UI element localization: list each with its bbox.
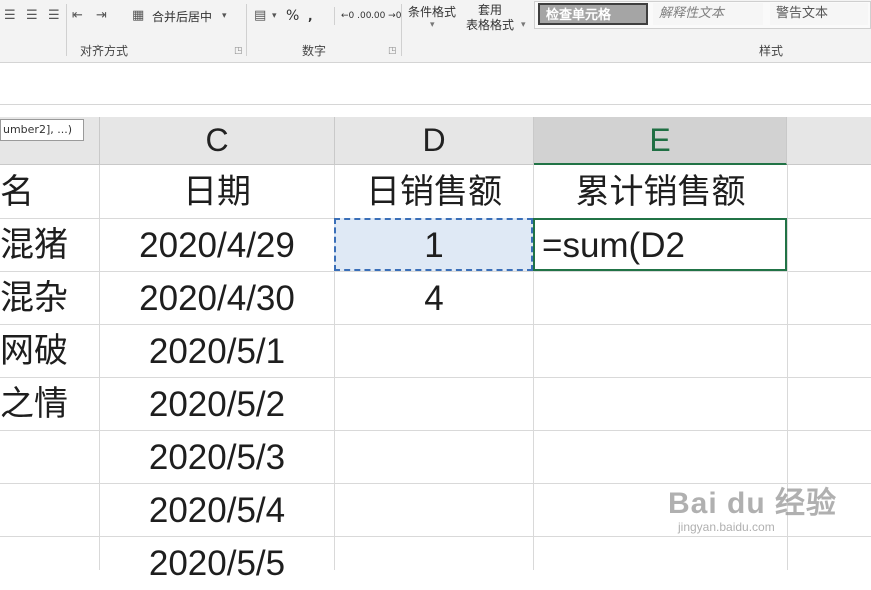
comma-button[interactable]: ,	[308, 9, 328, 23]
number-group-label: 数字	[302, 44, 327, 58]
cell-c6[interactable]: 2020/5/3	[100, 431, 334, 484]
cell-c1[interactable]: 日期	[100, 166, 334, 219]
chevron-down-icon[interactable]: ▾	[521, 20, 526, 30]
table-format-label-1: 套用	[478, 3, 503, 17]
ribbon: ☰ ☰ ☰ ⇤ ⇥ ▦ 合并后居中 ▾ 对齐方式 ◳ ▤ ▾ % , ←0 .0…	[0, 0, 871, 63]
table-format-button[interactable]: 套用 表格格式	[466, 3, 514, 33]
decrease-decimal-button[interactable]: .00 →0	[371, 11, 401, 21]
cell-d3[interactable]: 4	[335, 272, 533, 325]
cell-c5[interactable]: 2020/5/2	[100, 378, 334, 431]
column-header-c[interactable]: C	[100, 117, 335, 165]
merge-cells-icon: ▦	[132, 8, 145, 23]
chevron-down-icon[interactable]: ▾	[272, 7, 286, 25]
column-header-d[interactable]: D	[335, 117, 534, 165]
cell-b2[interactable]: 混猪	[0, 219, 99, 272]
align-left-icon[interactable]: ☰	[4, 7, 26, 25]
decrease-indent-icon[interactable]: ⇤	[72, 7, 96, 25]
cell-e2-formula[interactable]: =sum(D2	[542, 219, 782, 272]
cell-d1[interactable]: 日销售额	[335, 166, 533, 219]
styles-group-label: 样式	[759, 44, 784, 58]
cell-c2[interactable]: 2020/4/29	[100, 219, 334, 272]
cell-e1[interactable]: 累计销售额	[534, 166, 787, 219]
dialog-launcher-icon[interactable]: ◳	[388, 46, 397, 56]
indent-buttons: ⇤ ⇥	[72, 4, 120, 28]
cell-b4[interactable]: 网破	[0, 325, 99, 378]
cell-b1[interactable]: 名	[0, 166, 99, 219]
cell-d2[interactable]: 1	[335, 219, 533, 272]
column-header-e[interactable]: E	[534, 117, 787, 165]
chevron-down-icon: ▾	[430, 20, 435, 30]
column-header-f[interactable]	[787, 117, 871, 165]
cell-c4[interactable]: 2020/5/1	[100, 325, 334, 378]
alignment-buttons: ☰ ☰ ☰	[4, 4, 70, 28]
cell-c8[interactable]: 2020/5/5	[100, 537, 334, 590]
currency-icon[interactable]: ▤	[254, 7, 272, 25]
increase-indent-icon[interactable]: ⇥	[96, 7, 120, 25]
align-center-icon[interactable]: ☰	[26, 7, 48, 25]
divider	[66, 4, 67, 56]
merge-center-button[interactable]: ▦ 合并后居中 ▾	[132, 4, 227, 28]
formula-bar[interactable]	[0, 63, 871, 105]
conditional-format-label: 条件格式	[408, 5, 457, 19]
divider	[334, 7, 335, 25]
increase-decimal-button[interactable]: ←0 .00	[341, 11, 371, 21]
cell-c3[interactable]: 2020/4/30	[100, 272, 334, 325]
watermark-main: Bai du 经验	[668, 487, 838, 520]
table-format-label-2: 表格格式	[466, 18, 515, 32]
baidu-watermark: Bai du 经验 jingyan.baidu.com	[668, 478, 837, 534]
style-warning-text[interactable]: 警告文本	[770, 3, 868, 25]
merge-center-label: 合并后居中	[152, 9, 213, 24]
function-tooltip: umber2], ...)	[0, 119, 84, 141]
cell-c7[interactable]: 2020/5/4	[100, 484, 334, 537]
style-check-cell[interactable]: 检查单元格	[538, 3, 648, 25]
percent-button[interactable]: %	[286, 8, 308, 24]
watermark-sub: jingyan.baidu.com	[678, 520, 775, 534]
chevron-down-icon[interactable]: ▾	[222, 7, 227, 25]
style-explanatory-text[interactable]: 解释性文本	[653, 3, 763, 25]
cell-b3[interactable]: 混杂	[0, 272, 99, 325]
align-group-label: 对齐方式	[80, 44, 129, 58]
divider	[246, 4, 247, 56]
cell-b5[interactable]: 之情	[0, 378, 99, 431]
conditional-format-button[interactable]: 条件格式 ▾	[408, 3, 456, 30]
divider	[401, 4, 402, 56]
number-format-buttons: ▤ ▾ % , ←0 .00 .00 →0	[254, 4, 401, 28]
dialog-launcher-icon[interactable]: ◳	[234, 46, 243, 56]
